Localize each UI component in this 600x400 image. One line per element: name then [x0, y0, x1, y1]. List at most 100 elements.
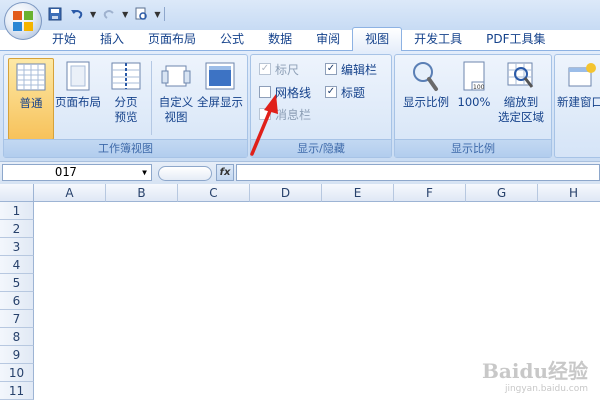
full-screen-label: 全屏显示 [197, 95, 243, 109]
ruler-checkbox[interactable]: ✓ [259, 63, 271, 75]
name-box-value: O17 [55, 165, 77, 179]
ribbon-tabs: 开始 插入 页面布局 公式 数据 审阅 视图 开发工具 PDF工具集 [40, 27, 558, 51]
undo-dropdown-icon[interactable]: ▼ [90, 10, 96, 19]
zoom-100-icon: 100 [458, 60, 490, 92]
page-layout-view-label: 页面布局 [55, 95, 101, 109]
page-break-preview-icon [110, 60, 142, 92]
full-screen-icon [204, 60, 236, 92]
column-header-f[interactable]: F [394, 184, 466, 202]
tab-home[interactable]: 开始 [40, 28, 88, 50]
quick-access-toolbar: ▼ ▼ ▼ [46, 4, 166, 24]
row-header-1[interactable]: 1 [0, 202, 34, 220]
tab-view[interactable]: 视图 [352, 27, 403, 51]
formula-controls: fx [158, 164, 234, 181]
print-preview-icon[interactable] [132, 5, 150, 23]
column-header-b[interactable]: B [106, 184, 178, 202]
svg-text:100: 100 [473, 84, 485, 91]
tab-data[interactable]: 数据 [256, 28, 304, 50]
zoom-button[interactable]: 显示比例 [399, 58, 453, 138]
page-break-preview-label: 分页 预览 [104, 95, 148, 125]
watermark-logo-text: Baidu经验 [482, 359, 588, 383]
page-break-preview-button[interactable]: 分页 预览 [104, 58, 148, 138]
zoom-label: 显示比例 [403, 95, 449, 109]
formula-bar: O17 ▼ fx [0, 161, 600, 185]
save-icon[interactable] [46, 5, 64, 23]
insert-function-button[interactable]: fx [216, 164, 234, 181]
column-header-h[interactable]: H [538, 184, 600, 202]
tab-developer[interactable]: 开发工具 [402, 28, 474, 50]
qat-customize-icon[interactable]: ▼ [154, 10, 160, 19]
redo-dropdown-icon[interactable]: ▼ [122, 10, 128, 19]
tab-pdf-tools[interactable]: PDF工具集 [474, 28, 557, 50]
custom-views-label-line1: 自定义 [158, 95, 194, 109]
tab-review[interactable]: 审阅 [304, 28, 352, 50]
normal-view-label: 普通 [19, 96, 43, 110]
new-window-label: 新建窗口 [557, 95, 600, 109]
qat-separator [164, 7, 166, 21]
group-window: 新建窗口 [554, 54, 600, 158]
page-layout-view-icon [62, 60, 94, 92]
ribbon: 普通 页面布局 分页 预览 自定义 视图 全屏显示 工作簿视图 ✓ 标尺 网格线… [0, 50, 600, 161]
tab-insert[interactable]: 插入 [88, 28, 136, 50]
red-arrow-annotation [250, 94, 278, 156]
custom-views-label-line2: 视图 [164, 110, 188, 124]
zoom-to-selection-icon [505, 60, 537, 92]
formula-bar-checkbox-row[interactable]: ✓ 编辑栏 [325, 61, 377, 77]
undo-icon[interactable] [68, 5, 86, 23]
select-all-corner[interactable] [0, 184, 34, 202]
row-header-9[interactable]: 9 [0, 346, 34, 364]
title-bar: ▼ ▼ ▼ [0, 0, 600, 30]
zoom-group-label: 显示比例 [395, 139, 551, 157]
row-header-2[interactable]: 2 [0, 220, 34, 238]
normal-view-icon [15, 61, 47, 93]
custom-views-button[interactable]: 自定义 视图 [154, 58, 198, 138]
ruler-checkbox-row[interactable]: ✓ 标尺 [259, 61, 299, 77]
headings-checkbox-row[interactable]: ✓ 标题 [325, 84, 365, 100]
headings-checkbox[interactable]: ✓ [325, 86, 337, 98]
watermark: Baidu经验 jingyan.baidu.com [482, 355, 588, 394]
page-layout-view-button[interactable]: 页面布局 [54, 58, 102, 138]
row-header-10[interactable]: 10 [0, 364, 34, 382]
full-screen-button[interactable]: 全屏显示 [197, 58, 243, 138]
new-window-icon [567, 60, 599, 92]
group-divider [151, 61, 152, 135]
row-header-4[interactable]: 4 [0, 256, 34, 274]
tab-formulas[interactable]: 公式 [208, 28, 256, 50]
name-box[interactable]: O17 ▼ [2, 164, 152, 181]
office-logo-icon [13, 11, 33, 31]
formula-bar-label: 编辑栏 [341, 62, 378, 77]
formula-bar-resize-handle[interactable] [158, 166, 212, 181]
group-zoom: 显示比例 100 100% 缩放到 选定区域 显示比例 [394, 54, 552, 158]
page-break-label-line2: 预览 [114, 110, 138, 124]
row-header-5[interactable]: 5 [0, 274, 34, 292]
row-header-8[interactable]: 8 [0, 328, 34, 346]
column-header-a[interactable]: A [34, 184, 106, 202]
column-header-g[interactable]: G [466, 184, 538, 202]
custom-views-label: 自定义 视图 [154, 95, 198, 125]
watermark-url: jingyan.baidu.com [504, 384, 588, 394]
normal-view-button[interactable]: 普通 [8, 58, 54, 140]
row-header-6[interactable]: 6 [0, 292, 34, 310]
row-header-11[interactable]: 11 [0, 382, 34, 400]
magnifier-icon [410, 60, 442, 92]
office-button[interactable] [4, 2, 42, 40]
new-window-button[interactable]: 新建窗口 [557, 58, 600, 138]
formula-bar-checkbox[interactable]: ✓ [325, 63, 337, 75]
zoom-to-selection-label: 缩放到 选定区域 [495, 95, 547, 125]
row-header-7[interactable]: 7 [0, 310, 34, 328]
zoom-to-selection-label-line2: 选定区域 [498, 110, 544, 124]
name-box-dropdown-icon[interactable]: ▼ [142, 165, 147, 180]
custom-views-icon [160, 60, 192, 92]
zoom-100-button[interactable]: 100 100% [455, 58, 493, 138]
column-header-c[interactable]: C [178, 184, 250, 202]
page-break-label-line1: 分页 [114, 95, 138, 109]
tab-page-layout[interactable]: 页面布局 [136, 28, 208, 50]
headings-label: 标题 [341, 85, 366, 100]
redo-icon[interactable] [100, 5, 118, 23]
zoom-to-selection-button[interactable]: 缩放到 选定区域 [495, 58, 547, 138]
group-workbook-views: 普通 页面布局 分页 预览 自定义 视图 全屏显示 工作簿视图 [3, 54, 248, 158]
row-header-3[interactable]: 3 [0, 238, 34, 256]
formula-input[interactable] [236, 164, 600, 181]
column-header-e[interactable]: E [322, 184, 394, 202]
column-header-d[interactable]: D [250, 184, 322, 202]
